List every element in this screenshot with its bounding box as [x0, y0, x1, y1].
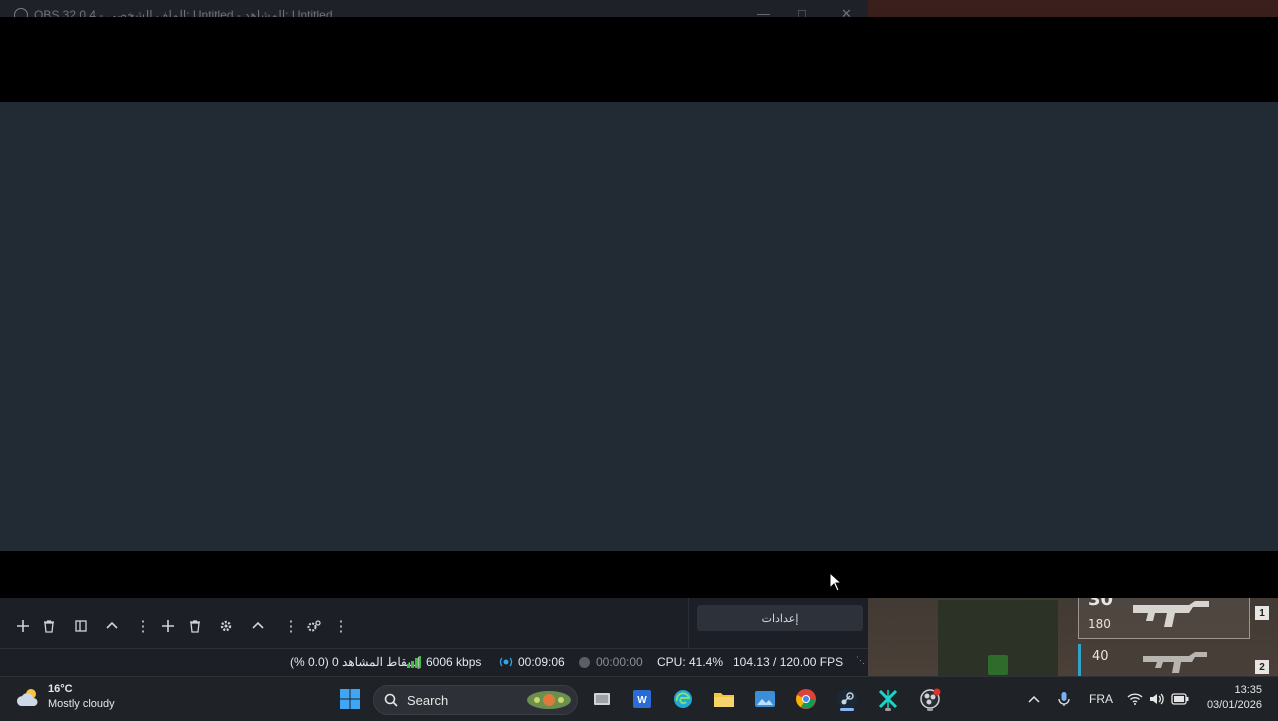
resize-grip-icon[interactable]: ⋱: [856, 655, 865, 666]
photos-app-icon[interactable]: [751, 685, 779, 713]
microphone-icon[interactable]: [1050, 685, 1078, 713]
weapon2-ammo: 40: [1092, 649, 1109, 664]
record-icon: [579, 656, 590, 668]
bitrate-value: 6006 kbps: [426, 655, 482, 669]
search-placeholder: Search: [407, 692, 449, 708]
steam-app-icon[interactable]: [833, 685, 861, 713]
scenes-more-icon[interactable]: ⋮: [136, 616, 151, 636]
taskbar-clock[interactable]: 13:35 03/01/2026: [1200, 683, 1262, 713]
mixer-settings-gear-icon[interactable]: [304, 616, 324, 636]
obs-docks: ⋮ ⋮ ⋮ إعدادات: [0, 598, 868, 648]
streaming-icon: [499, 657, 513, 667]
open-app-indicator: [885, 708, 891, 711]
add-scene-button[interactable]: [13, 616, 33, 636]
stream-time-status: 00:09:06: [499, 655, 565, 669]
remove-source-button[interactable]: [185, 616, 205, 636]
scenes-dock: ⋮: [6, 598, 153, 648]
cloudy-weather-icon: [16, 689, 38, 706]
weather-description: Mostly cloudy: [48, 698, 115, 710]
sources-more-icon[interactable]: ⋮: [284, 616, 299, 636]
svg-text:W: W: [637, 695, 647, 706]
sources-dock: ⋮: [152, 598, 301, 648]
chrome-browser-icon[interactable]: [792, 685, 820, 713]
dropped-frames-status: إسقاط المشاهد 0 (0.0 %): [290, 655, 421, 669]
input-language[interactable]: FRA: [1089, 692, 1113, 706]
bitrate-status: 6006 kbps: [407, 655, 481, 669]
clock-date: 03/01/2026: [1206, 699, 1262, 711]
remove-scene-button[interactable]: [39, 616, 59, 636]
settings-button[interactable]: إعدادات: [697, 605, 863, 631]
edge-browser-icon[interactable]: [669, 685, 697, 713]
windows-taskbar: 16°C Mostly cloudy Search W FRA 13:35 03…: [0, 676, 1278, 721]
smg2-weapon-icon: [1143, 652, 1207, 673]
word-app-icon[interactable]: W: [628, 685, 656, 713]
weather-widget[interactable]: 16°C Mostly cloudy: [16, 682, 115, 712]
show-hidden-icons-chevron-icon[interactable]: [1020, 685, 1048, 713]
audio-mixer-dock: ⋮: [300, 598, 511, 648]
clock-time: 13:35: [1234, 684, 1262, 696]
search-icon: [384, 693, 398, 707]
transitions-dock: [510, 598, 689, 648]
weapon1-reserve: 180: [1088, 617, 1111, 631]
open-app-indicator: [927, 708, 933, 711]
projector-canvas: [0, 102, 1278, 551]
cpu-status: CPU: 41.4%: [657, 655, 724, 669]
fullscreen-projector[interactable]: [0, 17, 1278, 598]
stream-time-value: 00:09:06: [518, 655, 565, 669]
move-source-up-button[interactable]: [248, 616, 268, 636]
move-scene-up-button[interactable]: [102, 616, 122, 636]
slot-key-1: 1: [1255, 606, 1269, 620]
slot-key-2: 2: [1255, 660, 1269, 674]
active-app-indicator: [840, 708, 854, 711]
record-time-value: 00:00:00: [596, 655, 643, 669]
add-source-button[interactable]: [158, 616, 178, 636]
search-highlight-icon: [527, 691, 571, 709]
weapon-slot-2: 40: [1078, 644, 1250, 676]
battery-icon[interactable]: [1166, 685, 1194, 713]
fps-status: 104.13 / 120.00 FPS: [733, 655, 844, 669]
signal-bars-icon: [407, 656, 421, 668]
weapon-slot-1: 30 180: [1078, 589, 1250, 639]
game-object: [988, 655, 1008, 675]
taskbar-search[interactable]: Search: [373, 685, 578, 715]
file-explorer-icon[interactable]: [710, 685, 738, 713]
mixer-more-icon[interactable]: ⋮: [334, 616, 349, 636]
record-time-status: 00:00:00: [578, 655, 643, 669]
obs-studio-icon[interactable]: [916, 685, 944, 713]
smg-weapon-icon: [1133, 601, 1209, 627]
mouse-cursor-icon: [829, 572, 843, 592]
task-view-icon[interactable]: [588, 685, 616, 713]
source-properties-gear-icon[interactable]: [216, 616, 236, 636]
status-bar: إسقاط المشاهد 0 (0.0 %) 6006 kbps 00:09:…: [0, 648, 868, 677]
weather-temperature: 16°C: [48, 683, 73, 695]
windows-start-icon[interactable]: [336, 685, 364, 713]
xbox-app-icon[interactable]: [874, 685, 902, 713]
scene-filters-button[interactable]: [71, 616, 91, 636]
